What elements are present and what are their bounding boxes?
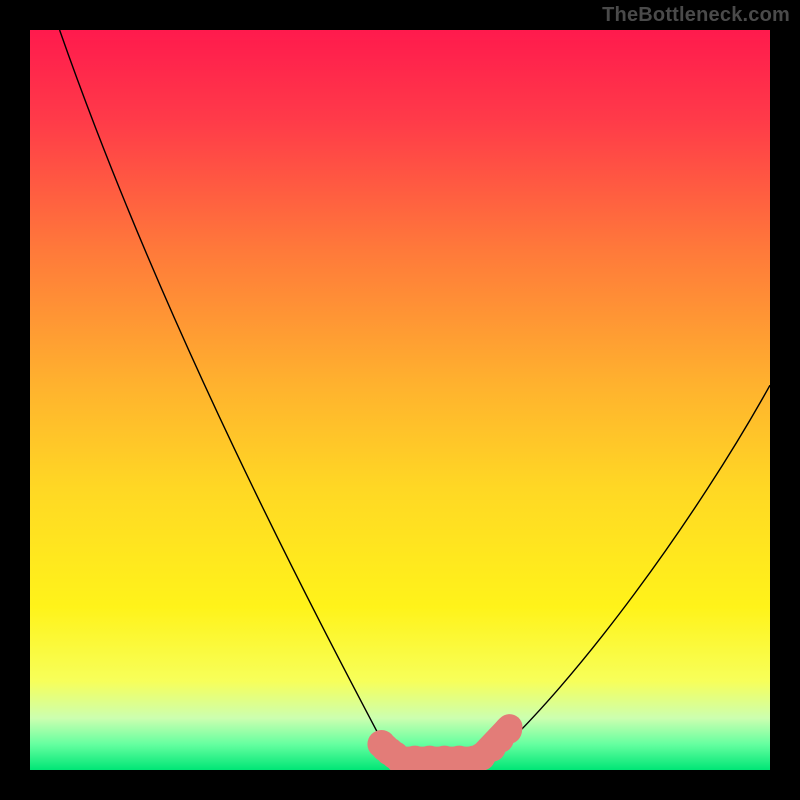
chart-svg xyxy=(30,30,770,770)
gradient-background xyxy=(30,30,770,770)
chart-frame: TheBottleneck.com xyxy=(0,0,800,800)
watermark-text: TheBottleneck.com xyxy=(602,4,790,27)
plot-area xyxy=(30,30,770,770)
